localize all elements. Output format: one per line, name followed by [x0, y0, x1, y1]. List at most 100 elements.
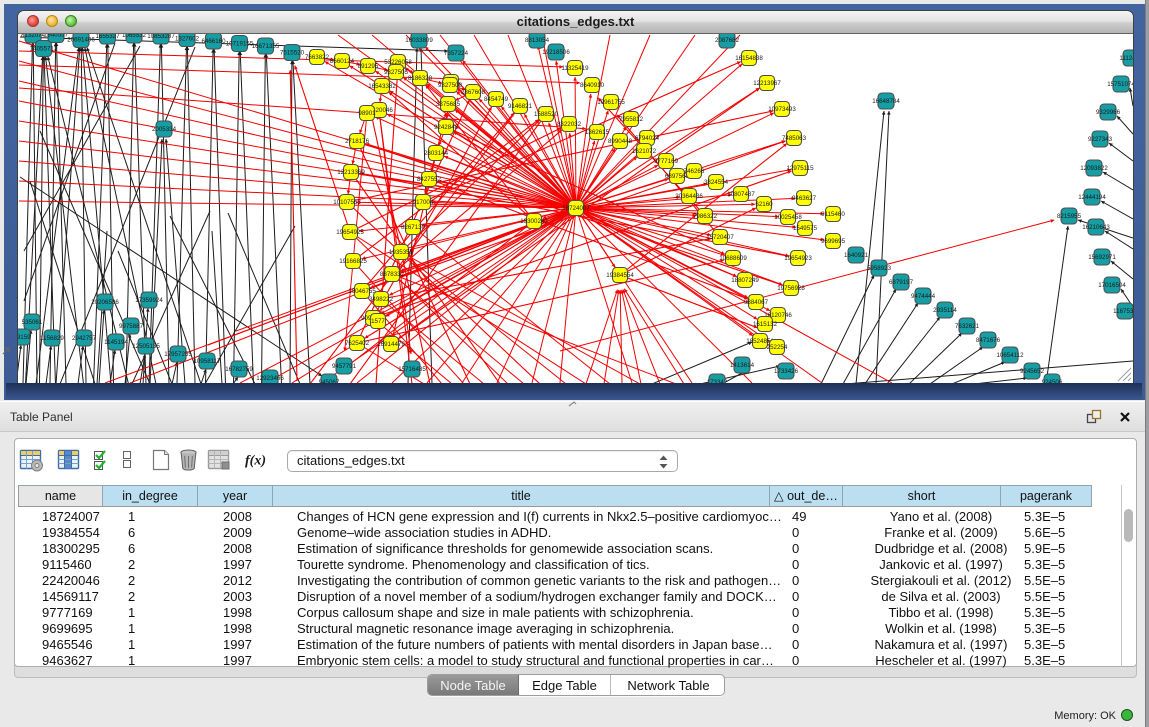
svg-text:8267130: 8267130: [401, 224, 426, 231]
svg-text:924506: 924506: [1042, 379, 1063, 383]
svg-text:6879197: 6879197: [889, 279, 914, 286]
svg-text:16543382: 16543382: [368, 83, 396, 90]
svg-text:1935359: 1935359: [389, 249, 414, 256]
svg-text:7625402: 7625402: [345, 340, 370, 347]
svg-text:18807249: 18807249: [731, 277, 759, 284]
svg-text:12444194: 12444194: [1078, 194, 1106, 201]
svg-text:7485063: 7485063: [782, 135, 807, 142]
svg-text:3375685: 3375685: [436, 101, 461, 108]
svg-text:1840557: 1840557: [44, 34, 69, 39]
svg-text:8132074: 8132074: [21, 34, 46, 39]
svg-text:2718176: 2718176: [345, 138, 370, 145]
svg-text:12975115: 12975115: [786, 165, 814, 172]
svg-text:9463627: 9463627: [792, 195, 817, 202]
svg-text:17359924: 17359924: [135, 297, 163, 304]
svg-text:8471676: 8471676: [976, 337, 1001, 344]
svg-text:12923466: 12923466: [256, 375, 284, 382]
svg-text:8454749: 8454749: [484, 96, 509, 103]
svg-text:173342: 173342: [707, 379, 728, 383]
svg-text:1362615: 1362615: [585, 129, 610, 136]
svg-text:19159: 19159: [18, 334, 31, 341]
svg-text:10719155: 10719155: [226, 41, 254, 48]
svg-text:945067: 945067: [319, 379, 340, 383]
svg-text:1112494: 1112494: [1119, 55, 1133, 62]
svg-text:19218506: 19218506: [542, 49, 570, 56]
svg-text:7632621: 7632621: [955, 323, 980, 330]
svg-text:2942757: 2942757: [72, 335, 97, 342]
svg-text:7986322: 7986322: [693, 213, 718, 220]
svg-text:9457791: 9457791: [332, 363, 357, 370]
svg-text:19300243: 19300243: [520, 218, 548, 225]
svg-text:6794024: 6794024: [635, 135, 660, 142]
svg-text:9327505: 9327505: [384, 69, 409, 76]
svg-text:7663822: 7663822: [305, 54, 330, 61]
svg-text:16154838: 16154838: [735, 55, 763, 62]
svg-text:3498222: 3498222: [369, 296, 394, 303]
svg-text:1413614: 1413614: [730, 362, 755, 369]
svg-text:8660124: 8660124: [330, 58, 355, 65]
svg-text:14055712: 14055712: [30, 46, 58, 53]
svg-text:12505135: 12505135: [132, 343, 160, 350]
svg-text:17016504: 17016504: [1098, 282, 1126, 289]
svg-text:15720407: 15720407: [706, 234, 734, 241]
svg-text:15716485: 15716485: [398, 366, 426, 373]
svg-text:10688609: 10688609: [719, 255, 747, 262]
svg-text:12213369: 12213369: [337, 169, 365, 176]
svg-text:9227343: 9227343: [1088, 136, 1113, 143]
svg-text:1615132: 1615132: [753, 321, 778, 328]
svg-text:2803144: 2803144: [424, 150, 449, 157]
svg-text:8990448: 8990448: [608, 138, 633, 145]
svg-text:1640921: 1640921: [844, 252, 869, 259]
svg-text:20364436: 20364436: [675, 193, 703, 200]
svg-text:1167534: 1167534: [1113, 308, 1133, 315]
svg-text:1733426: 1733426: [774, 368, 799, 375]
svg-text:3824554: 3824554: [704, 179, 729, 186]
svg-text:10961755: 10961755: [597, 99, 625, 106]
svg-text:16914479: 16914479: [377, 341, 405, 348]
svg-text:1588520: 1588520: [534, 111, 559, 118]
svg-text:9975887: 9975887: [119, 323, 144, 330]
svg-text:1655327: 1655327: [95, 34, 120, 40]
svg-text:19654923: 19654923: [784, 255, 812, 262]
svg-text:9245652: 9245652: [1020, 368, 1045, 375]
svg-text:8186328: 8186328: [408, 75, 433, 82]
svg-text:6466160: 6466160: [201, 38, 226, 45]
svg-text:7955812: 7955812: [619, 116, 644, 123]
svg-text:5958923: 5958923: [867, 265, 892, 272]
svg-text:2935114: 2935114: [933, 307, 957, 314]
svg-text:8322032: 8322032: [557, 121, 582, 128]
svg-text:9884067: 9884067: [744, 299, 769, 306]
svg-text:9699695: 9699695: [821, 238, 846, 245]
svg-text:12213967: 12213967: [753, 80, 781, 87]
svg-text:10853287: 10853287: [147, 34, 175, 40]
svg-text:18724007: 18724007: [562, 205, 590, 212]
svg-text:8813054: 8813054: [525, 37, 550, 44]
svg-text:8215955: 8215955: [1057, 213, 1082, 220]
svg-text:1577: 1577: [371, 318, 385, 325]
svg-text:10973493: 10973493: [768, 106, 796, 113]
svg-text:8640910: 8640910: [580, 82, 605, 89]
svg-text:1145194: 1145194: [104, 339, 128, 346]
svg-text:9329966: 9329966: [1096, 109, 1121, 116]
svg-text:15751074: 15751074: [1107, 81, 1133, 88]
svg-text:9327508: 9327508: [438, 82, 463, 89]
svg-text:1621072: 1621072: [632, 148, 657, 155]
svg-text:10958117: 10958117: [193, 358, 221, 365]
svg-text:7515520: 7515520: [280, 50, 305, 57]
svg-text:17957255: 17957255: [164, 351, 192, 358]
svg-text:8878332: 8878332: [380, 271, 405, 278]
svg-text:535061: 535061: [22, 319, 43, 326]
svg-text:19756928: 19756928: [777, 285, 805, 292]
svg-text:19166825: 19166825: [339, 258, 367, 265]
svg-text:10046755: 10046755: [348, 288, 376, 295]
svg-text:9115460: 9115460: [821, 211, 845, 218]
svg-text:9777169: 9777169: [654, 158, 679, 165]
svg-text:1549575: 1549575: [793, 225, 818, 232]
svg-text:98901: 98901: [358, 110, 376, 117]
svg-text:16033809: 16033809: [405, 37, 433, 44]
svg-text:2867608: 2867608: [461, 89, 486, 96]
svg-text:9146821: 9146821: [508, 103, 533, 110]
svg-text:10654112: 10654112: [996, 352, 1024, 359]
svg-text:20206536: 20206536: [91, 299, 119, 306]
svg-text:9242848: 9242848: [434, 124, 459, 131]
